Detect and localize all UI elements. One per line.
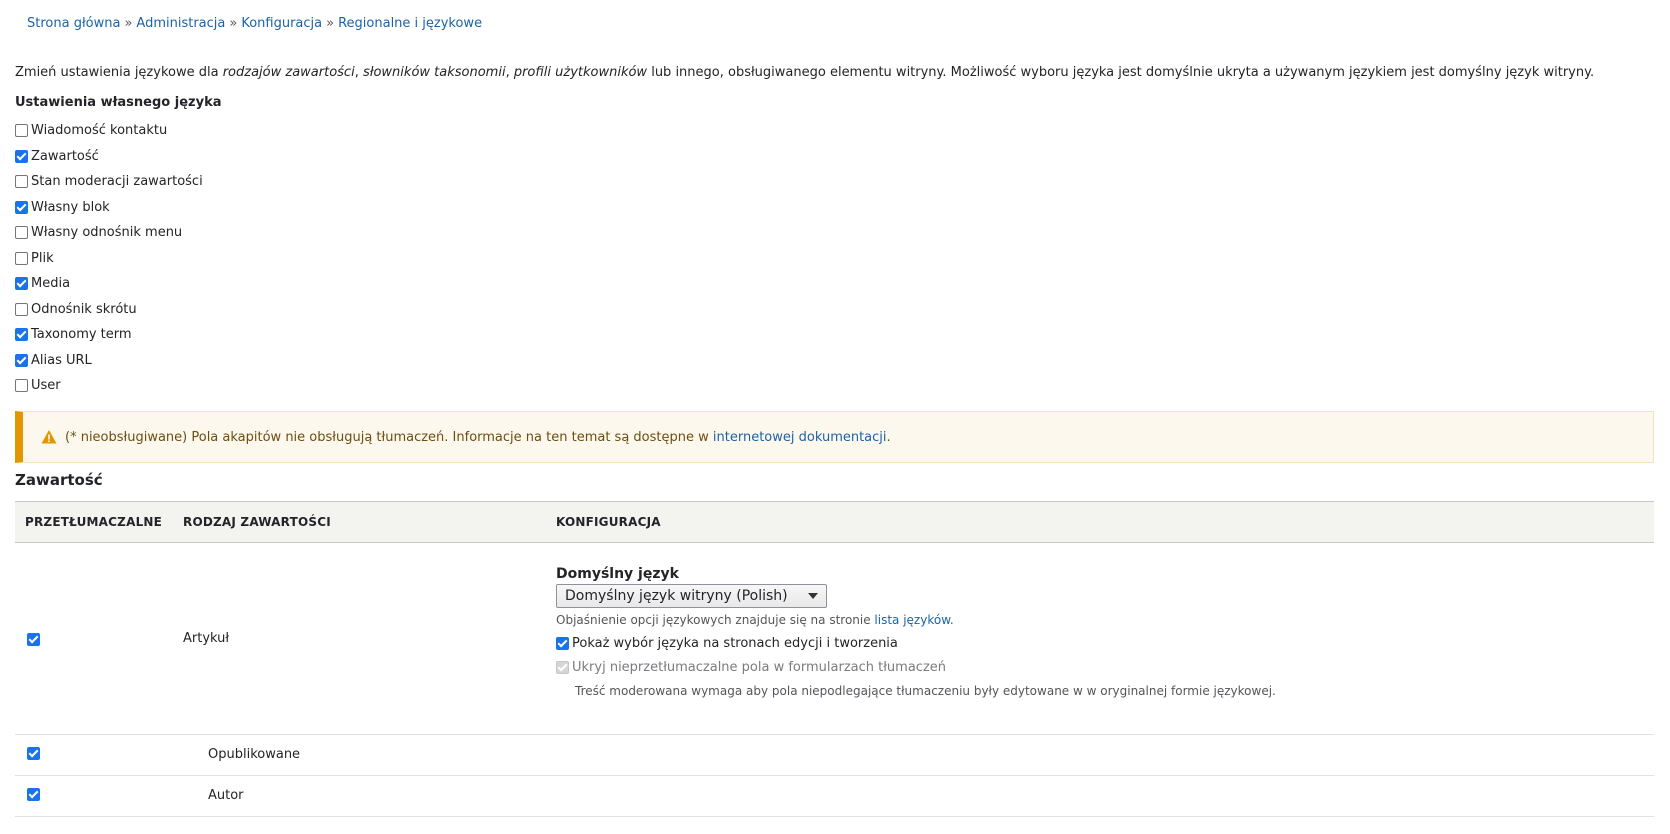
author-field-label: Autor: [208, 788, 244, 803]
warning-message: (* nieobsługiwane) Pola akapitów nie obs…: [15, 411, 1654, 463]
language-list-link[interactable]: lista języków: [874, 613, 950, 627]
custom-setting-checkbox[interactable]: [15, 379, 28, 393]
default-language-select[interactable]: Domyślny język witryny (Polish): [556, 584, 827, 608]
custom-setting-label: Zawartość: [31, 148, 99, 164]
breadcrumb: Strona główna» Administracja» Konfiguracja…: [27, 16, 482, 31]
custom-setting-item[interactable]: Alias URL: [15, 348, 203, 374]
custom-setting-label: Własny blok: [31, 199, 110, 215]
documentation-link[interactable]: internetowej dokumentacji: [713, 430, 887, 445]
intro-text: Zmień ustawienia językowe dla rodzajów z…: [15, 65, 1595, 80]
custom-setting-checkbox[interactable]: [15, 175, 28, 189]
show-language-selector-checkbox[interactable]: [556, 637, 569, 650]
chevron-down-icon: [808, 593, 818, 599]
breadcrumb-regional-link[interactable]: Regionalne i językowe: [338, 16, 482, 31]
hide-untranslatable-checkbox: [556, 661, 569, 674]
author-field-checkbox[interactable]: [27, 788, 40, 801]
header-translatable: PRZETŁUMACZALNE: [25, 515, 163, 529]
custom-setting-item[interactable]: User: [15, 373, 203, 399]
table-row-author: Autor: [15, 776, 1654, 817]
header-configuration: KONFIGURACJA: [556, 515, 661, 529]
warning-icon: [41, 430, 57, 444]
custom-setting-item[interactable]: Plik: [15, 246, 203, 272]
custom-setting-label: User: [31, 378, 61, 394]
custom-setting-label: Alias URL: [31, 352, 92, 368]
custom-setting-item[interactable]: Odnośnik skrótu: [15, 297, 203, 323]
breadcrumb-admin-link[interactable]: Administracja: [136, 16, 225, 31]
breadcrumb-separator: »: [229, 16, 238, 31]
custom-setting-checkbox[interactable]: [15, 226, 28, 240]
show-language-selector-label: Pokaż wybór języka na stronach edycji i …: [572, 636, 898, 651]
table-row-published: Opublikowane: [15, 735, 1654, 776]
custom-setting-item[interactable]: Media: [15, 271, 203, 297]
header-content-type: RODZAJ ZAWARTOŚCI: [183, 515, 331, 529]
custom-setting-label: Taxonomy term: [31, 327, 132, 343]
warning-text: (* nieobsługiwane) Pola akapitów nie obs…: [65, 429, 709, 445]
show-language-selector-option: Pokaż wybór języka na stronach edycji i …: [556, 636, 1276, 651]
breadcrumb-config-link[interactable]: Konfiguracja: [241, 16, 322, 31]
language-help-text: Objaśnienie opcji językowych znajduje si…: [556, 613, 954, 627]
custom-language-settings-title: Ustawienia własnego języka: [15, 95, 222, 110]
custom-setting-label: Wiadomość kontaktu: [31, 123, 168, 139]
custom-setting-item[interactable]: Taxonomy term: [15, 322, 203, 348]
custom-setting-checkbox[interactable]: [15, 277, 28, 291]
custom-setting-checkbox[interactable]: [15, 328, 28, 342]
custom-setting-label: Media: [31, 276, 71, 292]
custom-language-settings-list: Wiadomość kontaktu Zawartość Stan moderacj…: [15, 118, 203, 399]
breadcrumb-separator: »: [326, 16, 335, 31]
content-type-label: Artykuł: [183, 631, 230, 646]
hide-untranslatable-option: Ukryj nieprzetłumaczalne pola w formular…: [556, 660, 1276, 675]
custom-setting-checkbox[interactable]: [15, 124, 28, 138]
table-header: PRZETŁUMACZALNE RODZAJ ZAWARTOŚCI KONFIG…: [15, 501, 1654, 543]
default-language-label: Domyślny język: [556, 566, 679, 582]
custom-setting-label: Odnośnik skrótu: [31, 301, 137, 317]
moderation-description: Treść moderowana wymaga aby pola niepodl…: [575, 684, 1276, 698]
breadcrumb-home-link[interactable]: Strona główna: [27, 16, 120, 31]
content-language-table: PRZETŁUMACZALNE RODZAJ ZAWARTOŚCI KONFIG…: [15, 501, 1654, 817]
custom-setting-checkbox[interactable]: [15, 251, 28, 265]
custom-setting-checkbox[interactable]: [15, 353, 28, 367]
translatable-checkbox[interactable]: [27, 633, 40, 646]
hide-untranslatable-label: Ukryj nieprzetłumaczalne pola w formular…: [572, 660, 947, 675]
content-section-title: Zawartość: [15, 471, 103, 489]
breadcrumb-separator: »: [124, 16, 133, 31]
custom-setting-item[interactable]: Wiadomość kontaktu: [15, 118, 203, 144]
custom-setting-checkbox[interactable]: [15, 149, 28, 163]
custom-setting-label: Plik: [31, 250, 54, 266]
custom-setting-item[interactable]: Zawartość: [15, 144, 203, 170]
custom-setting-item[interactable]: Własny blok: [15, 195, 203, 221]
custom-setting-item[interactable]: Własny odnośnik menu: [15, 220, 203, 246]
table-row-article: Artykuł Domyślny język Domyślny język wi…: [15, 543, 1654, 735]
custom-setting-checkbox[interactable]: [15, 200, 28, 214]
published-field-checkbox[interactable]: [27, 747, 40, 760]
published-field-label: Opublikowane: [208, 747, 301, 762]
custom-setting-item[interactable]: Stan moderacji zawartości: [15, 169, 203, 195]
custom-setting-label: Stan moderacji zawartości: [31, 174, 203, 190]
configuration-cell: Domyślny język Domyślny język witryny (P…: [556, 566, 1276, 698]
page: Strona główna» Administracja» Konfiguracja…: [0, 0, 1670, 834]
select-value: Domyślny język witryny (Polish): [565, 588, 788, 604]
custom-setting-checkbox[interactable]: [15, 302, 28, 316]
custom-setting-label: Własny odnośnik menu: [31, 225, 183, 241]
